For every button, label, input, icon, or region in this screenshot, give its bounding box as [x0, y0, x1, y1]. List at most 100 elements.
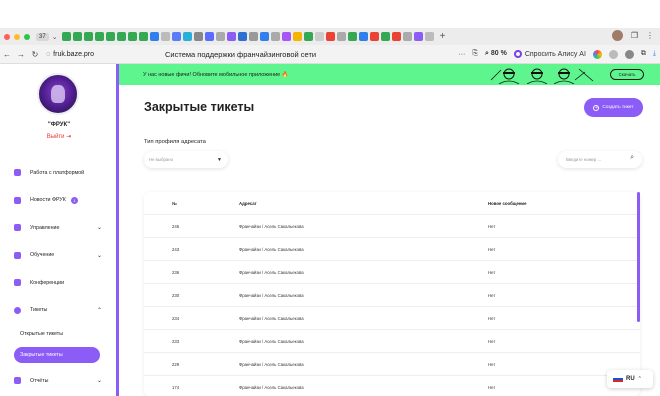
tab-favicon[interactable]	[94, 32, 104, 41]
sidebar-item-label: Работа с платформой	[30, 169, 85, 176]
sidebar-item-management[interactable]: Управление ⌄	[10, 214, 108, 242]
tab-favicon[interactable]	[215, 32, 225, 41]
tab-favicon[interactable]	[193, 32, 203, 41]
table-scrollbar[interactable]	[637, 192, 640, 322]
tab-favicon[interactable]	[138, 32, 148, 41]
sidebar-scrollbar[interactable]	[116, 64, 119, 396]
tab-favicon[interactable]	[292, 32, 302, 41]
sidebar-item-label: Управление	[30, 224, 60, 231]
tab-favicon[interactable]	[237, 32, 247, 41]
zoom-level[interactable]: ⌕ 80 %	[485, 50, 507, 58]
sidebar-subitem-closed-tickets[interactable]: Закрытые тикеты	[14, 347, 100, 363]
tab-favicon[interactable]	[336, 32, 346, 41]
forward-icon[interactable]: →	[14, 50, 28, 59]
language-switcher[interactable]: RU ⌃	[607, 370, 653, 388]
tab-favicon[interactable]	[127, 32, 137, 41]
copy-icon[interactable]: ❐	[631, 31, 638, 40]
tab-favicon[interactable]	[160, 32, 170, 41]
tab-favicon[interactable]	[424, 32, 434, 41]
table-row[interactable]: 230 Франчайзи / Асель Сакальекова Нет	[144, 284, 640, 307]
menu-icon[interactable]: ⋮	[646, 31, 654, 40]
tab-favicon[interactable]	[116, 32, 126, 41]
more-icon[interactable]: ···	[458, 51, 465, 58]
close-window-button[interactable]	[4, 33, 10, 40]
tab-favicon[interactable]	[204, 32, 214, 41]
tab-favicon[interactable]	[314, 32, 324, 41]
tab-favicon[interactable]	[72, 32, 82, 41]
extension-icon[interactable]	[624, 49, 634, 59]
tab-favicon[interactable]	[270, 32, 280, 41]
logout-button[interactable]: Выйти ⇥	[0, 133, 118, 140]
table-row[interactable]: 229 Франчайзи / Асель Сакальекова Нет	[144, 353, 640, 376]
tab-favicon[interactable]	[391, 32, 401, 41]
download-icon[interactable]: ⤓	[653, 50, 656, 58]
tab-favicon[interactable]	[358, 32, 368, 41]
tab-favicon[interactable]	[413, 32, 423, 41]
plus-icon: +	[593, 104, 600, 111]
color-extension-icon[interactable]	[592, 49, 602, 59]
tab-favicon[interactable]	[380, 32, 390, 41]
avatar[interactable]	[37, 73, 79, 115]
news-badge: 1	[70, 196, 78, 204]
new-tab-button[interactable]: +	[440, 31, 446, 42]
tab-favicon[interactable]	[61, 32, 71, 41]
table-row[interactable]: 245 Франчайзи / Асель Сакальекова Нет	[144, 215, 640, 238]
sidebar-item-platform[interactable]: Работа с платформой	[10, 159, 108, 187]
sidebar-menu: Работа с платформой Новости ФРУК 1 Управ…	[10, 159, 108, 395]
sidebar-item-label: Новости ФРУК	[30, 197, 66, 204]
header-addressee: Адресат	[239, 201, 257, 206]
minimize-window-button[interactable]	[14, 33, 20, 40]
sidebar-item-label: Конференции	[30, 279, 65, 286]
maximize-window-button[interactable]	[24, 33, 30, 40]
tab-favicon[interactable]	[303, 32, 313, 41]
reload-icon[interactable]: ↻	[28, 50, 42, 59]
tab-favicon[interactable]	[226, 32, 236, 41]
url-text: fruk.baze.pro	[53, 50, 95, 58]
url-field[interactable]: ◌ fruk.baze.pro	[46, 51, 94, 58]
tab-favicon[interactable]	[171, 32, 181, 41]
profile-avatar[interactable]	[611, 30, 623, 41]
profile-type-select[interactable]: Не выбрано ▼	[144, 151, 228, 168]
sidebar-item-reports[interactable]: Отчёты ⌄	[10, 367, 108, 395]
table-row[interactable]: 174 Франчайзи / Асель Сакальекова Нет	[144, 376, 640, 396]
create-ticket-button[interactable]: + Создать тикет	[584, 98, 643, 117]
table-row[interactable]: 236 Франчайзи / Асель Сакальекова Нет	[144, 261, 640, 284]
tab-favicon[interactable]	[347, 32, 357, 41]
tab-favicon[interactable]	[105, 32, 115, 41]
download-app-button[interactable]: Скачать	[610, 69, 644, 80]
table-row[interactable]: 234 Франчайзи / Асель Сакальекова Нет	[144, 307, 640, 330]
cell-new-message: Нет	[488, 339, 496, 344]
tab-favicon[interactable]	[83, 32, 93, 41]
search-icon[interactable]: ⌕	[630, 154, 634, 162]
alice-button[interactable]: Спросить Алису AI	[513, 50, 586, 58]
extension-icon[interactable]	[608, 49, 618, 59]
tab-count[interactable]: 37	[36, 32, 49, 41]
tab-favicon[interactable]	[402, 32, 412, 41]
sidebar-item-tickets[interactable]: Тикеты ⌃	[10, 297, 108, 325]
tab-favicon[interactable]	[259, 32, 269, 41]
chevron-down-icon: ⌄	[96, 378, 102, 385]
tab-favicon[interactable]	[369, 32, 379, 41]
tab-favicon[interactable]	[149, 32, 159, 41]
table-row[interactable]: 243 Франчайзи / Асель Сакальекова Нет	[144, 238, 640, 261]
bookmark-icon[interactable]: ⎘	[472, 50, 478, 58]
tab-favicon[interactable]	[281, 32, 291, 41]
address-bar-actions: ··· ⎘ ⌕ 80 % Спросить Алису AI ⧉ ⤓	[458, 49, 656, 59]
table-row[interactable]: 233 Франчайзи / Асель Сакальекова Нет	[144, 330, 640, 353]
tab-favicon[interactable]	[248, 32, 258, 41]
back-icon[interactable]: ←	[0, 50, 14, 59]
banner-text: У нас новые фичи! Обновите мобильное при…	[143, 71, 289, 78]
sidebar-subitem-label: Открытые тикеты	[20, 331, 64, 337]
cell-addressee: Франчайзи / Асель Сакальекова	[239, 362, 304, 367]
sidebar-item-conferences[interactable]: Конференции	[10, 269, 108, 297]
puzzle-icon[interactable]: ⧉	[641, 50, 646, 58]
sidebar-item-news[interactable]: Новости ФРУК 1	[10, 187, 108, 215]
tab-favicon[interactable]	[182, 32, 192, 41]
sidebar-item-learning[interactable]: Обучение ⌄	[10, 242, 108, 270]
chevron-down-icon[interactable]: ⌄	[52, 33, 58, 41]
tab-favicon[interactable]	[325, 32, 335, 41]
sidebar-subitem-open-tickets[interactable]: Открытые тикеты	[10, 324, 108, 344]
page-title: Система поддержки франчайзинговой сети	[165, 49, 317, 59]
ticket-search-input[interactable]: Введите номер ... ⌕	[558, 151, 642, 168]
ticket-icon	[14, 306, 21, 314]
